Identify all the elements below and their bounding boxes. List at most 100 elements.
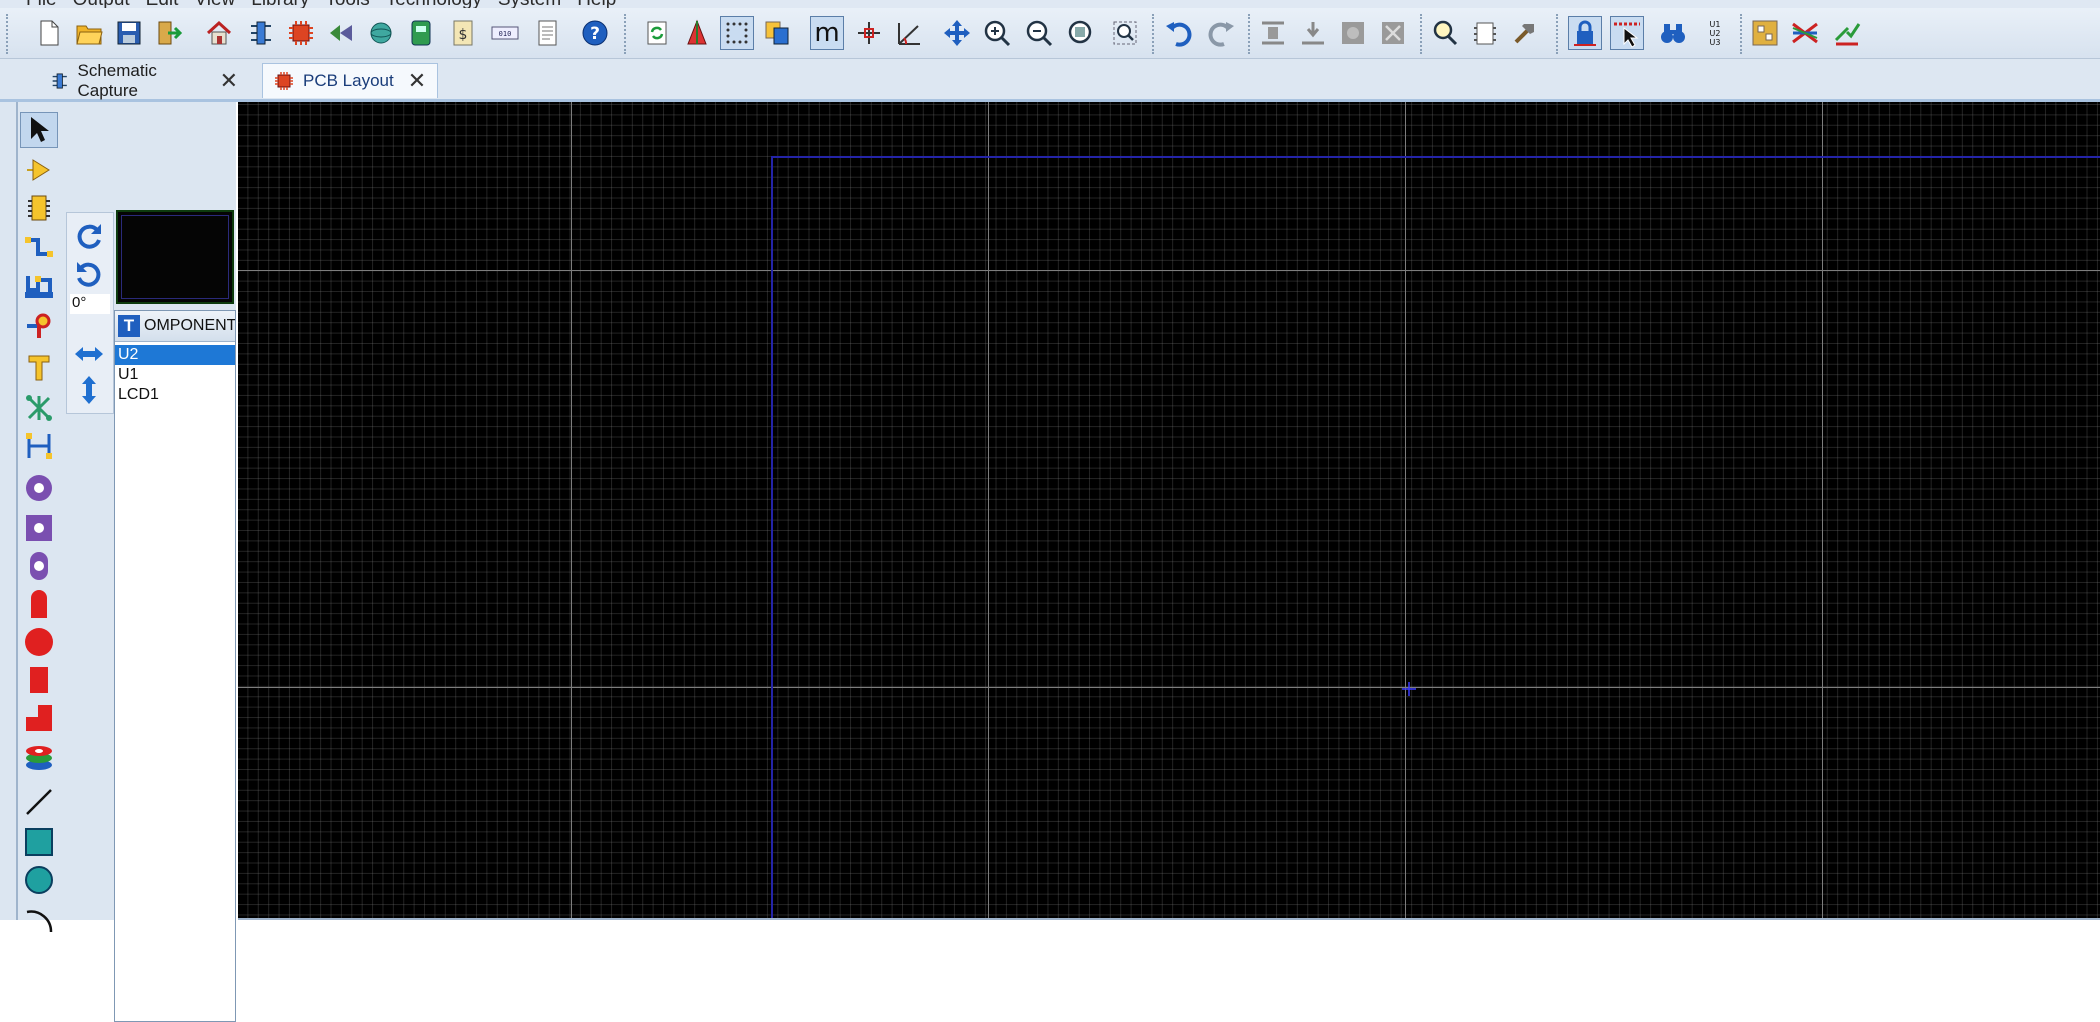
gerber-viewer-icon[interactable]: [404, 16, 438, 50]
make-package-icon[interactable]: [1468, 16, 1502, 50]
track-mode-icon[interactable]: [20, 230, 58, 266]
list-item[interactable]: U2: [115, 345, 235, 365]
3d-viewer-icon[interactable]: [364, 16, 398, 50]
connectivity-highlight-icon[interactable]: [20, 390, 58, 426]
block-rotate-icon[interactable]: [1336, 16, 1370, 50]
tab-pcb-layout[interactable]: PCB Layout ✕: [262, 63, 438, 98]
copy-layers-icon[interactable]: [760, 16, 794, 50]
block-move-icon[interactable]: [1296, 16, 1330, 50]
toolbar-grip[interactable]: [1740, 14, 1744, 54]
new-icon[interactable]: [32, 16, 66, 50]
autoplacer-icon[interactable]: [1748, 16, 1782, 50]
annotate-icon[interactable]: U1 U2 U3: [1698, 16, 1732, 50]
open-folder-icon[interactable]: [72, 16, 106, 50]
pcb-layout-icon[interactable]: [284, 16, 318, 50]
circle-mode-icon[interactable]: [20, 862, 58, 898]
menu-edit[interactable]: Edit: [146, 0, 195, 8]
menu-view[interactable]: View: [194, 0, 251, 8]
zone-mode-icon[interactable]: [20, 308, 58, 344]
list-item[interactable]: U1: [115, 365, 235, 385]
rectangular-smt-pad-icon[interactable]: [20, 662, 58, 698]
menu-library[interactable]: Library: [251, 0, 325, 8]
toolbar-grip[interactable]: [1248, 14, 1252, 54]
autorouter-icon[interactable]: [1788, 16, 1822, 50]
pan-icon[interactable]: [940, 16, 974, 50]
edge-connector-pad-icon[interactable]: [20, 586, 58, 622]
menu-help[interactable]: Help: [577, 0, 632, 8]
round-pad-icon[interactable]: [20, 470, 58, 506]
svg-text:$: $: [459, 27, 468, 43]
redo-icon[interactable]: [1204, 16, 1238, 50]
toolbar-grip[interactable]: [1152, 14, 1156, 54]
menu-file[interactable]: File: [26, 0, 73, 8]
toolbar-grip[interactable]: [1556, 14, 1560, 54]
pick-devices-button[interactable]: T: [118, 315, 140, 337]
zoom-all-icon[interactable]: [1064, 16, 1098, 50]
rotation-angle-field[interactable]: 0°: [70, 294, 110, 314]
zoom-area-icon[interactable]: [1108, 16, 1142, 50]
bill-of-materials-icon[interactable]: $: [446, 16, 480, 50]
mirror-vertical-icon[interactable]: [71, 373, 107, 407]
menu-system[interactable]: System: [498, 0, 577, 8]
via-mode-icon[interactable]: [20, 268, 58, 304]
padstack-icon[interactable]: [20, 740, 58, 776]
home-icon[interactable]: [202, 16, 236, 50]
component-mode-icon[interactable]: [20, 152, 58, 188]
svg-text:010: 010: [499, 30, 512, 38]
simulation-graph-icon[interactable]: [324, 16, 358, 50]
design-rule-check-icon[interactable]: [1830, 16, 1864, 50]
arc-mode-icon[interactable]: [20, 898, 58, 934]
grid-toggle-icon[interactable]: [720, 16, 754, 50]
ratsnest-mode-icon[interactable]: [20, 350, 58, 386]
dil-pad-icon[interactable]: [20, 548, 58, 584]
board-edge-outline[interactable]: [771, 156, 2100, 920]
rotate-clockwise-icon[interactable]: [71, 219, 107, 253]
pcb-editing-canvas[interactable]: [238, 102, 2100, 920]
square-pad-icon[interactable]: [20, 510, 58, 546]
polar-icon[interactable]: [892, 16, 926, 50]
false-origin-icon[interactable]: [852, 16, 886, 50]
box-mode-icon[interactable]: [20, 824, 58, 860]
selection-mode-icon[interactable]: [20, 112, 58, 148]
package-mode-icon[interactable]: [20, 190, 58, 226]
tab-label: Schematic Capture: [77, 60, 157, 100]
zoom-in-icon[interactable]: [980, 16, 1014, 50]
toolbar-grip[interactable]: [1420, 14, 1424, 54]
block-copy-icon[interactable]: [1256, 16, 1290, 50]
line-mode-icon[interactable]: [20, 784, 58, 820]
circular-smt-pad-icon[interactable]: [20, 624, 58, 660]
design-notes-icon[interactable]: [530, 16, 564, 50]
zoom-out-icon[interactable]: [1022, 16, 1056, 50]
source-code-icon[interactable]: 010: [488, 16, 522, 50]
layers-toggle-icon[interactable]: [680, 16, 714, 50]
save-icon[interactable]: [112, 16, 146, 50]
refresh-icon[interactable]: [640, 16, 674, 50]
mirror-horizontal-icon[interactable]: [71, 337, 107, 371]
dimension-mode-icon[interactable]: [20, 428, 58, 464]
help-icon[interactable]: ?: [578, 16, 612, 50]
block-delete-icon[interactable]: [1376, 16, 1410, 50]
toolbar-grip[interactable]: [6, 14, 10, 54]
list-item[interactable]: LCD1: [115, 385, 235, 405]
annotate-text-u1: U1: [1710, 20, 1721, 29]
menu-technology[interactable]: Technology: [386, 0, 498, 8]
tab-schematic-capture[interactable]: Schematic Capture ✕: [40, 60, 248, 100]
search-binoculars-icon[interactable]: [1656, 16, 1690, 50]
toolbar-grip[interactable]: [624, 14, 628, 54]
menu-tools[interactable]: Tools: [325, 0, 385, 8]
menu-output[interactable]: Output: [73, 0, 146, 8]
undo-icon[interactable]: [1162, 16, 1196, 50]
design-rule-lock-icon[interactable]: [1568, 16, 1602, 50]
decompose-icon[interactable]: [1508, 16, 1542, 50]
close-icon[interactable]: ✕: [408, 70, 426, 92]
tagging-cursor-icon[interactable]: [1610, 16, 1644, 50]
schematic-capture-icon[interactable]: [244, 16, 278, 50]
metric-toggle-icon[interactable]: m: [810, 16, 844, 50]
rotate-anticlockwise-icon[interactable]: [71, 257, 107, 291]
close-icon[interactable]: ✕: [220, 69, 238, 92]
svg-text:?: ?: [590, 24, 600, 44]
overview-preview[interactable]: [116, 210, 234, 304]
import-icon[interactable]: [152, 16, 186, 50]
pick-parts-icon[interactable]: [1428, 16, 1462, 50]
polygonal-smt-pad-icon[interactable]: [20, 700, 58, 736]
